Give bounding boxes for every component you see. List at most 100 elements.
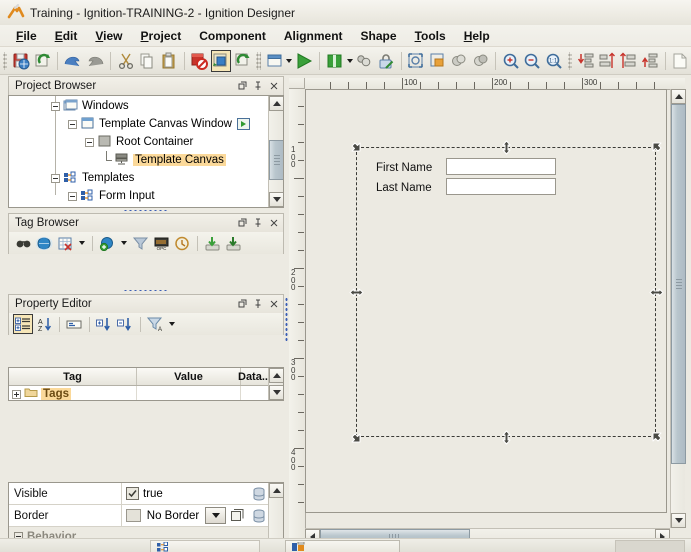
toolbar-grip[interactable] <box>3 52 7 70</box>
border-editor-button[interactable] <box>230 508 245 523</box>
bottom-tab-templates[interactable] <box>150 540 260 552</box>
column-header-value[interactable]: Value <box>137 368 241 385</box>
bottom-tab-database[interactable] <box>285 540 400 552</box>
new-tag-dropdown-arrow[interactable] <box>118 233 129 253</box>
tree-expander[interactable] <box>12 390 21 399</box>
align-left-icon[interactable] <box>597 50 616 72</box>
window-canvas[interactable]: First Name Last Name <box>305 89 667 513</box>
property-value[interactable]: true <box>122 483 268 504</box>
bring-to-front-icon[interactable] <box>428 50 447 72</box>
import-tags-icon[interactable] <box>202 233 222 253</box>
binding-button[interactable] <box>251 508 266 523</box>
collapse-all-icon[interactable] <box>115 314 135 334</box>
package-dropdown-arrow[interactable] <box>346 50 354 72</box>
menu-view[interactable]: View <box>87 27 130 45</box>
canvas-vertical-scrollbar[interactable] <box>670 89 685 528</box>
zoom-out-icon[interactable] <box>523 50 542 72</box>
select-all-icon[interactable] <box>406 50 425 72</box>
find-tags-icon[interactable] <box>13 233 33 253</box>
save-icon[interactable] <box>11 50 30 72</box>
new-tag-icon[interactable] <box>97 233 117 253</box>
pin-panel-button[interactable] <box>251 79 265 93</box>
bottom-status-area[interactable] <box>615 540 685 552</box>
tree-item-template-canvas-window[interactable]: Template Canvas Window <box>11 115 268 133</box>
expand-all-icon[interactable] <box>94 314 114 334</box>
maximize-panel-button[interactable] <box>235 79 249 93</box>
document-icon[interactable] <box>671 50 690 72</box>
property-row-visible[interactable]: Visible true <box>9 483 268 505</box>
copy-icon[interactable] <box>138 50 157 72</box>
export-tags-icon[interactable] <box>223 233 243 253</box>
maximize-panel-button[interactable] <box>235 216 249 230</box>
align-right-icon[interactable] <box>619 50 638 72</box>
tag-editor-dropdown-arrow[interactable] <box>76 233 87 253</box>
opc-browser-icon[interactable]: OPC <box>151 233 171 253</box>
resize-e-handle[interactable] <box>649 285 664 300</box>
first-name-field[interactable] <box>446 158 556 175</box>
toolbar-grip[interactable] <box>256 52 260 70</box>
redo-icon[interactable] <box>85 50 105 72</box>
pin-panel-button[interactable] <box>251 216 265 230</box>
scroll-down-button[interactable] <box>269 385 284 400</box>
column-header-tag[interactable]: Tag <box>9 368 137 385</box>
scroll-up-button[interactable] <box>269 483 284 498</box>
property-value[interactable]: No Border <box>122 505 268 526</box>
zoom-reset-icon[interactable]: 1:1 <box>544 50 563 72</box>
paste-icon[interactable] <box>159 50 178 72</box>
resize-sw-handle[interactable] <box>349 430 364 445</box>
lock-icon[interactable] <box>376 50 395 72</box>
refresh-update-icon[interactable] <box>33 50 52 72</box>
align-center-icon[interactable] <box>640 50 659 72</box>
tag-browser-vertical-scrollbar[interactable] <box>268 368 283 400</box>
scroll-down-button[interactable] <box>671 513 686 528</box>
tree-item-windows[interactable]: Windows <box>11 97 268 115</box>
scroll-up-button[interactable] <box>269 96 284 111</box>
column-header-datatype[interactable]: Data... <box>241 368 268 385</box>
undo-icon[interactable] <box>63 50 83 72</box>
package-icon[interactable] <box>325 50 344 72</box>
resize-ne-handle[interactable] <box>649 140 664 155</box>
resize-s-handle[interactable] <box>499 430 514 445</box>
project-browser-vertical-scrollbar[interactable] <box>268 96 283 207</box>
menu-project[interactable]: Project <box>133 27 190 45</box>
filter-properties-icon[interactable]: A <box>145 314 165 334</box>
shape-subtract-icon[interactable] <box>471 50 490 72</box>
tag-browser-splitter[interactable] <box>8 288 284 293</box>
menu-alignment[interactable]: Alignment <box>276 27 351 45</box>
resize-se-handle[interactable] <box>649 430 664 445</box>
menu-component[interactable]: Component <box>191 27 274 45</box>
scroll-down-button[interactable] <box>269 192 284 207</box>
alphabetical-sort-icon[interactable]: A Z <box>34 314 54 334</box>
menu-tools[interactable]: Tools <box>407 27 454 45</box>
new-window-dropdown-arrow[interactable] <box>285 50 293 72</box>
menu-help[interactable]: Help <box>456 27 498 45</box>
resize-n-handle[interactable] <box>499 140 514 155</box>
close-panel-button[interactable] <box>267 297 281 311</box>
scroll-up-button[interactable] <box>269 368 284 383</box>
tree-item-templates[interactable]: Templates <box>11 169 268 187</box>
menu-shape[interactable]: Shape <box>353 27 405 45</box>
group-icon[interactable] <box>355 50 374 72</box>
maximize-panel-button[interactable] <box>235 297 249 311</box>
toolbar-grip[interactable] <box>568 52 572 70</box>
duplicate-window-icon[interactable] <box>233 50 252 72</box>
close-panel-button[interactable] <box>267 79 281 93</box>
scrollbar-thumb[interactable] <box>269 140 284 180</box>
cut-icon[interactable] <box>116 50 135 72</box>
show-description-icon[interactable] <box>64 314 84 334</box>
tree-expander[interactable] <box>51 174 60 183</box>
tree-expander[interactable] <box>68 192 77 201</box>
menu-edit[interactable]: Edit <box>47 27 86 45</box>
combo-button[interactable] <box>205 507 226 524</box>
tag-editor-icon[interactable] <box>55 233 75 253</box>
project-browser-tree[interactable]: Windows Template Canvas Window <box>9 96 268 207</box>
scroll-up-button[interactable] <box>671 89 686 104</box>
binding-button[interactable] <box>251 486 266 501</box>
delete-window-icon[interactable] <box>189 50 208 72</box>
property-row-border[interactable]: Border No Border <box>9 505 268 527</box>
scrollbar-thumb[interactable] <box>671 104 686 464</box>
tree-expander[interactable] <box>68 120 77 129</box>
tag-browse-icon[interactable] <box>34 233 54 253</box>
resize-w-handle[interactable] <box>349 285 364 300</box>
last-name-field[interactable] <box>446 178 556 195</box>
